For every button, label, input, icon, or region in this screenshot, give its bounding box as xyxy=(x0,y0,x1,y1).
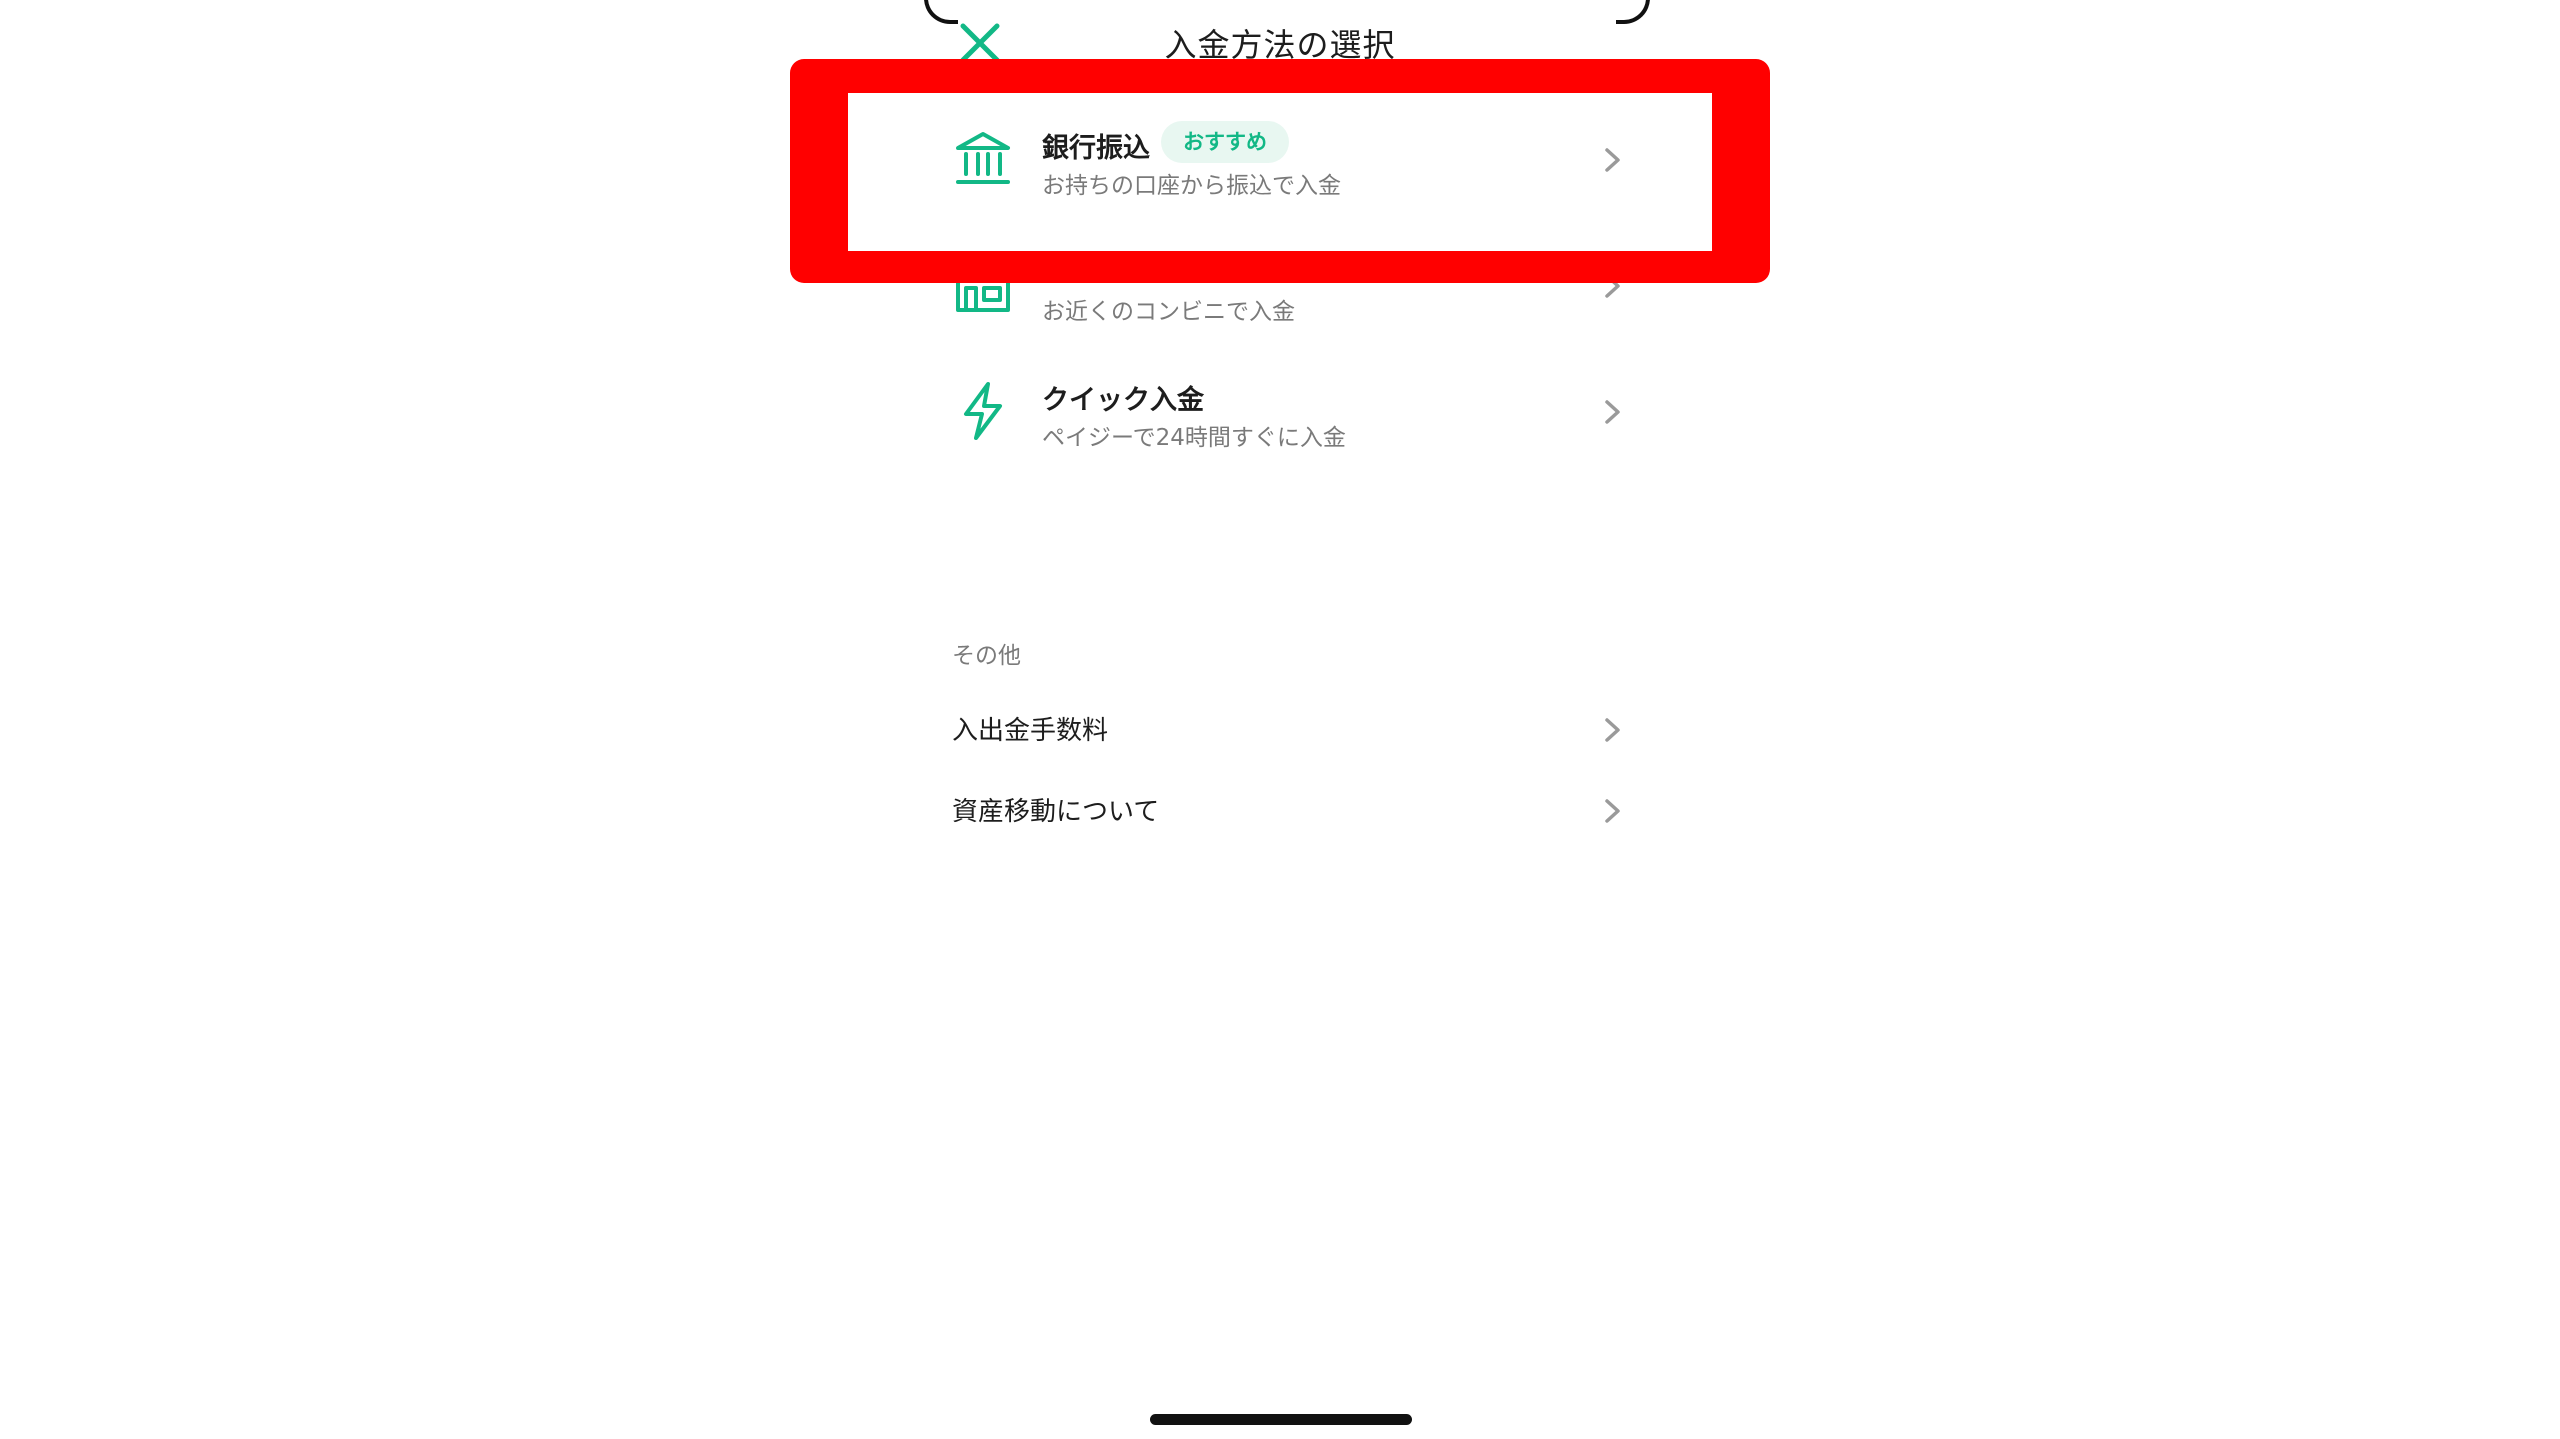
chevron-right-icon xyxy=(1605,400,1620,424)
lightning-icon xyxy=(964,382,1002,440)
payment-method-bank-transfer[interactable]: 銀行振込 おすすめ お持ちの口座から振込で入金 xyxy=(948,106,1628,216)
screen: 入金方法の選択 銀行振込 おすすめ お持ちの口座から振込で入金 お近くのコンビニ… xyxy=(0,0,2560,1439)
row-subtitle: お近くのコンビニで入金 xyxy=(1042,299,1295,325)
chevron-right-icon xyxy=(1605,799,1620,823)
home-indicator[interactable] xyxy=(1150,1414,1412,1425)
row-subtitle: ペイジーで24時間すぐに入金 xyxy=(1042,425,1346,451)
section-label-other: その他 xyxy=(952,643,1021,669)
bank-icon xyxy=(956,132,1010,184)
convenience-store-icon xyxy=(956,264,1010,312)
list-item-label: 入出金手数料 xyxy=(952,716,1109,746)
payment-method-convenience-store[interactable]: お近くのコンビニで入金 xyxy=(948,232,1628,342)
row-subtitle: お持ちの口座から振込で入金 xyxy=(1042,173,1341,199)
list-item-label: 資産移動について xyxy=(952,797,1160,827)
payment-method-quick-deposit[interactable]: クイック入金 ペイジーで24時間すぐに入金 xyxy=(948,358,1628,468)
row-title: クイック入金 xyxy=(1042,385,1204,416)
page-title: 入金方法の選択 xyxy=(1164,26,1396,64)
list-item-fees[interactable]: 入出金手数料 xyxy=(952,696,1628,766)
chevron-right-icon xyxy=(1605,718,1620,742)
recommended-badge: おすすめ xyxy=(1161,121,1289,163)
chevron-right-icon xyxy=(1605,148,1620,172)
chevron-right-icon xyxy=(1605,274,1620,298)
row-title: 銀行振込 xyxy=(1042,133,1150,164)
list-item-asset-transfer[interactable]: 資産移動について xyxy=(952,777,1628,847)
